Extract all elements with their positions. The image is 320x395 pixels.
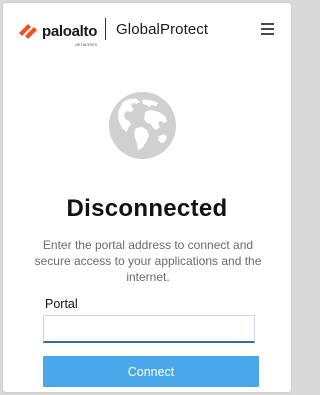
portal-label: Portal bbox=[45, 297, 78, 311]
paloalto-logo: paloalto NETWORKS bbox=[17, 20, 97, 47]
hamburger-menu-icon[interactable] bbox=[261, 23, 275, 37]
paloalto-logo-icon bbox=[19, 24, 37, 39]
brand-subtitle: NETWORKS bbox=[75, 42, 98, 47]
portal-input[interactable] bbox=[43, 315, 255, 343]
globe-icon bbox=[109, 92, 176, 159]
connection-status: Disconnected bbox=[66, 195, 228, 222]
product-name: GlobalProtect bbox=[116, 21, 209, 38]
header-divider bbox=[105, 18, 106, 40]
status-description: Enter the portal address to connect and … bbox=[34, 238, 262, 284]
brand-wordmark: paloalto NETWORKS bbox=[42, 24, 97, 47]
globalprotect-window: paloalto NETWORKS GlobalProtect Disconne… bbox=[2, 2, 292, 393]
header: paloalto NETWORKS GlobalProtect bbox=[3, 3, 291, 55]
connect-button[interactable]: Connect bbox=[43, 356, 259, 387]
